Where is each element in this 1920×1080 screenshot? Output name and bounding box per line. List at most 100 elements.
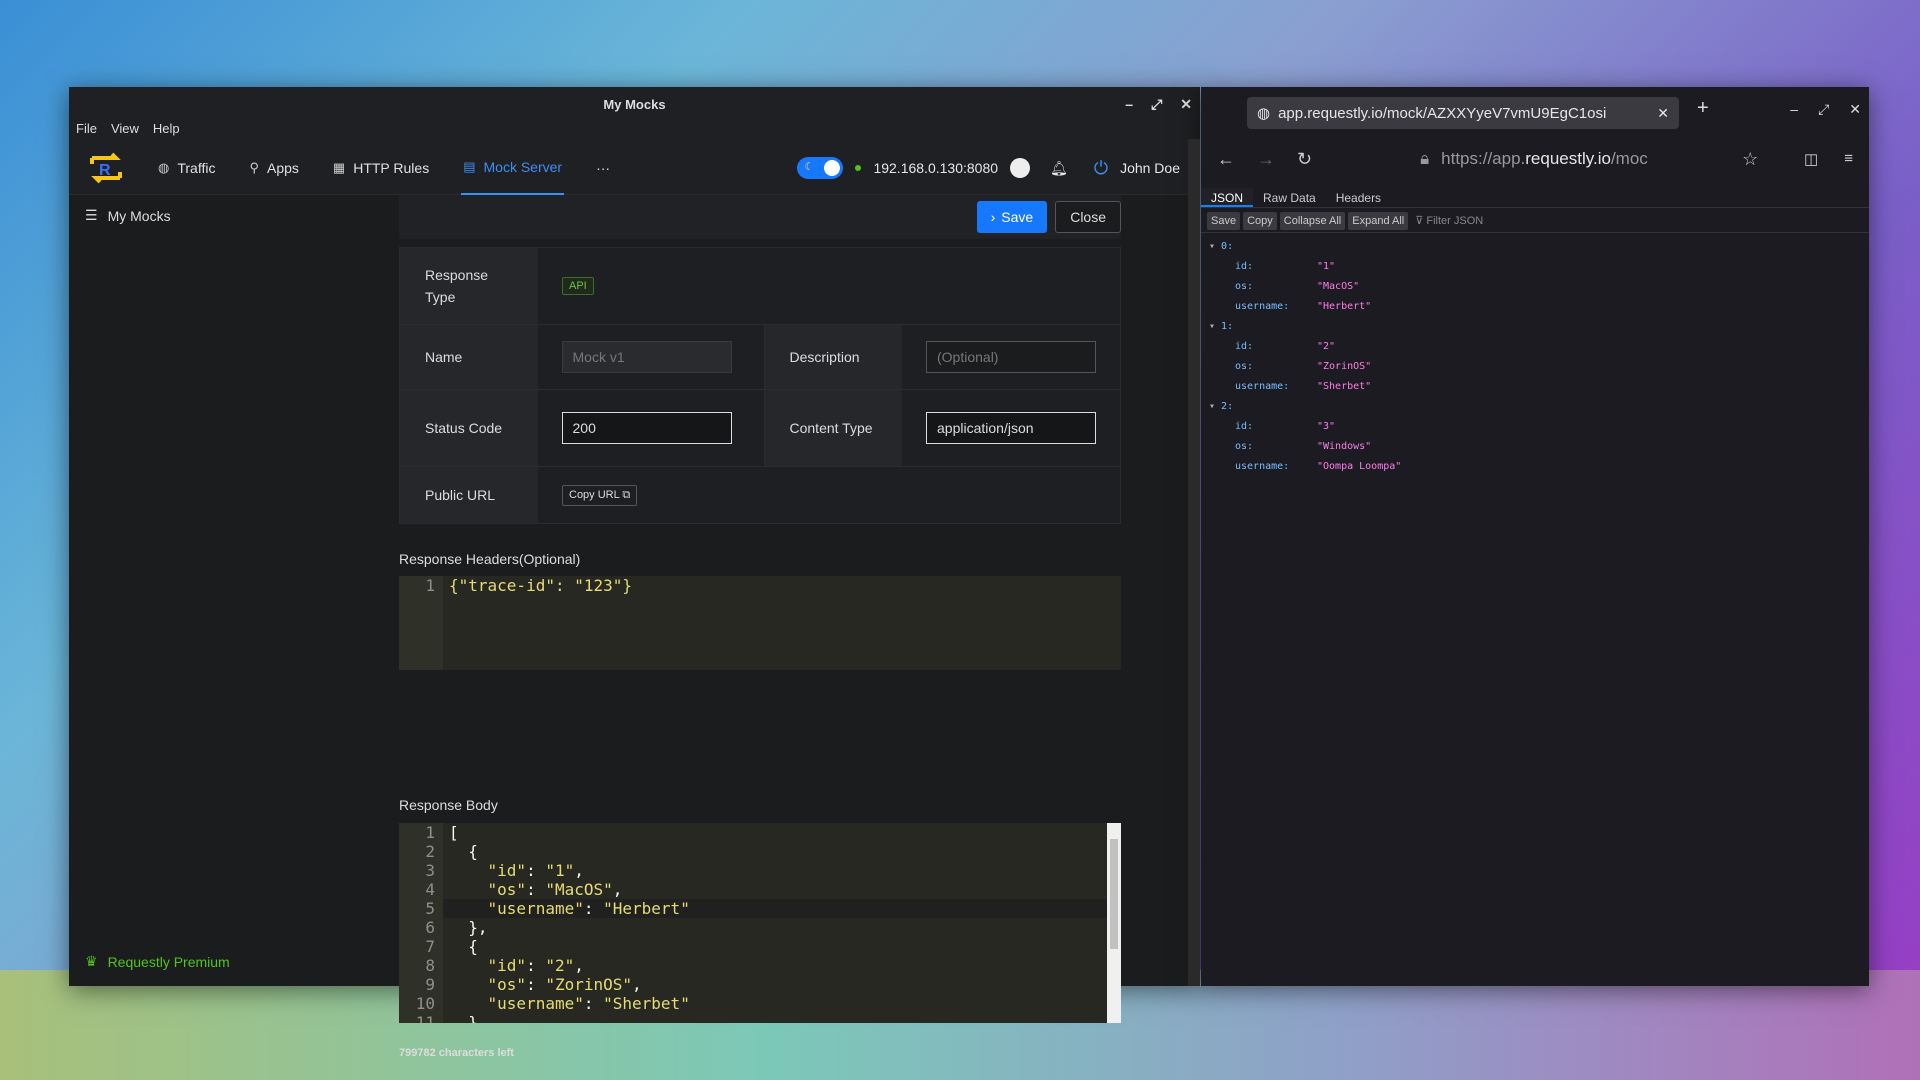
globe-icon: ◍ <box>158 159 170 175</box>
json-row: id: "3" <box>1209 417 1869 437</box>
theme-toggle[interactable]: ☾ <box>797 157 844 179</box>
line-number: 1 <box>425 823 435 842</box>
url-bar[interactable]: 🔒︎ https://app.requestly.io/moc <box>1420 149 1720 169</box>
minimize-icon[interactable]: – <box>1790 101 1798 117</box>
filter-json-input[interactable]: ⊽ Filter JSON <box>1415 214 1483 227</box>
list-icon: ☰ <box>85 207 98 223</box>
tab-title: app.requestly.io/mock/AZXXYyeV7vmU9EgC1o… <box>1278 104 1607 122</box>
headers-line: {"trace-id": "123"} <box>449 576 633 595</box>
nav-mock-server[interactable]: ▤ Mock Server <box>461 141 565 195</box>
code-line: "id": "1", <box>487 861 584 880</box>
headers-editor[interactable]: 1 {"trace-id": "123"} <box>399 576 1121 670</box>
json-item-header[interactable]: ▾ 0: <box>1209 237 1869 257</box>
line-number: 9 <box>425 975 435 994</box>
description-field[interactable]: (Optional) <box>926 341 1096 373</box>
tab-json[interactable]: JSON <box>1201 188 1254 207</box>
menu-icon[interactable]: ≡ <box>1844 150 1853 168</box>
body-section-label: Response Body <box>399 797 498 813</box>
nav-traffic-label: Traffic <box>177 159 216 176</box>
moon-icon: ☾ <box>804 161 815 173</box>
copy-url-label: Copy URL <box>569 488 620 501</box>
body-editor[interactable]: 1 2 3 4 5 6 7 8 9 10 11 [ { "id": "1", "os": "MacO… <box>399 823 1121 1023</box>
line-number: 2 <box>425 842 435 861</box>
json-index: 0: <box>1221 241 1234 252</box>
expand-all-button[interactable]: Expand All <box>1348 211 1409 230</box>
sidebar-item-my-mocks[interactable]: ☰ My Mocks <box>69 195 309 236</box>
info-circle-icon[interactable] <box>1010 158 1031 178</box>
url-text: https://app.requestly.io/moc <box>1441 149 1648 168</box>
nav-http-rules[interactable]: ▦ HTTP Rules <box>331 141 431 195</box>
nav-apps[interactable]: ⚲ Apps <box>247 141 300 195</box>
app-titlebar: My Mocks – ⤢ ✕ <box>69 87 1200 121</box>
json-value: "Windows" <box>1317 441 1372 452</box>
menu-view[interactable]: View <box>111 121 139 141</box>
requestly-logo-icon[interactable]: R <box>86 148 126 188</box>
crown-icon: ♛ <box>85 953 98 969</box>
user-avatar-icon[interactable]: ⏻ <box>1094 158 1108 179</box>
browser-navbar: ← → ↻ 🔒︎ https://app.requestly.io/moc ☆ … <box>1201 139 1869 179</box>
back-icon[interactable]: ← <box>1217 149 1235 170</box>
line-number: 4 <box>425 880 435 899</box>
tab-headers[interactable]: Headers <box>1326 188 1391 207</box>
rules-icon: ▦ <box>332 159 346 175</box>
mock-form: Response Type API Name Mock v1 Descripti… <box>399 247 1121 524</box>
nav-more[interactable]: ··· <box>594 141 612 195</box>
close-tab-icon[interactable]: ✕ <box>1657 105 1669 122</box>
chevron-right-icon: › <box>990 209 996 225</box>
code-line: }, <box>449 918 488 937</box>
content-type-field[interactable]: application/json <box>926 412 1096 444</box>
json-save-button[interactable]: Save <box>1207 211 1241 230</box>
json-value: "3" <box>1317 421 1336 432</box>
json-item-header[interactable]: ▾ 1: <box>1209 317 1869 337</box>
maximize-icon[interactable]: ⤢ <box>1818 101 1829 118</box>
json-copy-button[interactable]: Copy <box>1243 211 1277 230</box>
json-key: id: <box>1235 341 1254 352</box>
json-row: username: "Sherbet" <box>1209 377 1869 397</box>
close-icon[interactable]: ✕ <box>1180 96 1192 113</box>
code-line: [ <box>449 823 459 842</box>
save-button[interactable]: › Save <box>976 201 1048 233</box>
tab-raw-data[interactable]: Raw Data <box>1253 188 1326 207</box>
mock-editor: › Save Close Response Type API Name Mock … <box>309 195 1190 1059</box>
top-navbar: R ◍ Traffic ⚲ Apps ▦ HTTP Rules ▤ Mock Serve… <box>69 141 1200 195</box>
nav-traffic[interactable]: ◍ Traffic <box>156 141 217 195</box>
json-key: id: <box>1235 261 1254 272</box>
json-key: username: <box>1235 381 1290 392</box>
json-index: 2: <box>1221 401 1234 412</box>
json-row: id: "2" <box>1209 337 1869 357</box>
menu-file[interactable]: File <box>76 121 97 141</box>
line-number: 7 <box>425 937 435 956</box>
description-label: Description <box>764 325 902 389</box>
reload-icon[interactable]: ↻ <box>1297 149 1312 170</box>
close-button[interactable]: Close <box>1055 201 1121 233</box>
bookmark-star-icon[interactable]: ☆ <box>1742 149 1758 170</box>
browser-tab[interactable]: ◍ app.requestly.io/mock/AZXXYyeV7vmU9EgC… <box>1247 97 1679 129</box>
filter-icon: ⊽ <box>1415 215 1424 227</box>
json-key: os: <box>1235 441 1254 452</box>
collapse-all-button[interactable]: Collapse All <box>1279 211 1346 230</box>
status-dot-icon <box>855 165 862 171</box>
forward-icon[interactable]: → <box>1257 149 1275 170</box>
new-tab-icon[interactable]: + <box>1697 97 1709 120</box>
bell-icon[interactable]: 🔔︎ <box>1050 160 1068 177</box>
menu-help[interactable]: Help <box>153 121 180 141</box>
premium-link[interactable]: ♛ Requestly Premium <box>85 953 230 970</box>
user-name[interactable]: John Doe <box>1120 160 1180 176</box>
close-label: Close <box>1070 209 1106 225</box>
lock-icon: 🔒︎ <box>1420 149 1430 168</box>
maximize-icon[interactable]: ⤢ <box>1151 96 1162 113</box>
code-line: "os": "MacOS", <box>487 880 623 899</box>
name-field[interactable]: Mock v1 <box>561 341 732 373</box>
json-row: username: "Oompa Loompa" <box>1209 457 1869 477</box>
copy-url-button[interactable]: Copy URL ⧉ <box>562 484 638 506</box>
line-number: 6 <box>425 918 435 937</box>
pocket-icon[interactable]: ◫ <box>1804 150 1818 168</box>
json-row: os: "MacOS" <box>1209 277 1869 297</box>
minimize-icon[interactable]: – <box>1125 96 1133 112</box>
body-scrollbar[interactable] <box>1107 823 1121 1023</box>
save-label: Save <box>1001 209 1034 225</box>
json-value: "ZorinOS" <box>1317 361 1372 372</box>
status-code-field[interactable]: 200 <box>561 412 732 444</box>
json-item-header[interactable]: ▾ 2: <box>1209 397 1869 417</box>
close-icon[interactable]: ✕ <box>1849 101 1861 118</box>
